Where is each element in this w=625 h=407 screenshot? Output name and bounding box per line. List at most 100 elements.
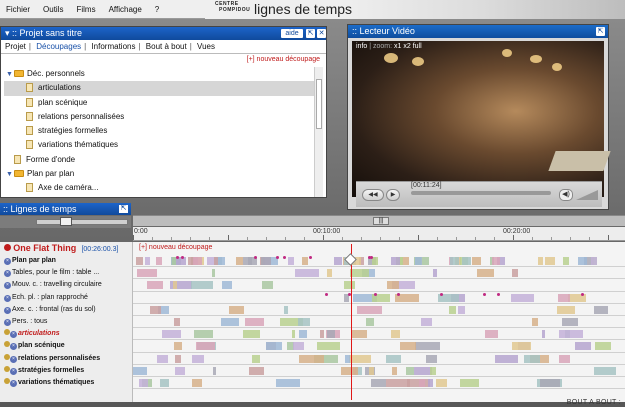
tree-item-articulations[interactable]: articulations — [4, 81, 314, 96]
timeline-segment[interactable] — [523, 354, 541, 363]
annotation-marker[interactable] — [325, 292, 329, 296]
tree-item-axe-camera[interactable]: Axe de caméra... — [4, 181, 314, 195]
video-window-titlebar[interactable]: :: Lecteur Vidéo ⇱ — [348, 25, 608, 38]
annotation-marker[interactable] — [276, 256, 279, 259]
track-label[interactable]: × Ech. pl. : plan rapproché — [0, 292, 132, 304]
timeline-segment[interactable] — [540, 379, 560, 387]
timeline-segment[interactable] — [144, 257, 150, 265]
remove-track-icon[interactable]: × — [4, 318, 11, 326]
track-lane[interactable] — [133, 316, 625, 329]
tree-item-variations[interactable]: variations thématiques — [4, 138, 314, 152]
remove-track-icon[interactable]: × — [10, 331, 17, 339]
track-label[interactable]: × Mouv. c. : travelling circulaire — [0, 279, 132, 291]
annotation-marker[interactable] — [397, 292, 401, 296]
zoom-slider[interactable] — [36, 219, 128, 225]
timeline-segment[interactable] — [320, 330, 324, 339]
track-lane[interactable] — [133, 279, 625, 292]
menu-outils[interactable]: Outils — [43, 5, 63, 14]
timeline-segment[interactable] — [594, 342, 611, 351]
timeline-segment[interactable] — [399, 257, 404, 265]
timeline-segment[interactable] — [222, 281, 233, 290]
track-label[interactable]: × relations personnalisées — [0, 353, 132, 365]
remove-track-icon[interactable]: × — [4, 306, 11, 314]
remove-track-icon[interactable]: × — [4, 270, 11, 278]
play-button[interactable]: ▶ — [386, 189, 400, 201]
timeline-segment[interactable] — [236, 257, 243, 265]
annotation-marker[interactable] — [283, 256, 287, 259]
timeline-segment[interactable] — [414, 366, 433, 375]
menu-films[interactable]: Films — [76, 5, 95, 14]
timeline-segment[interactable] — [406, 366, 415, 375]
timeline-segment[interactable] — [365, 318, 375, 326]
menu-affichage[interactable]: Affichage — [109, 5, 142, 14]
timeline-segment[interactable] — [261, 281, 273, 290]
timeline-segment[interactable] — [435, 379, 447, 387]
close-icon[interactable]: ✕ — [317, 29, 326, 38]
timeline-segment[interactable] — [244, 318, 265, 326]
help-button[interactable]: aide — [281, 29, 303, 38]
timeline-segment[interactable] — [400, 342, 416, 351]
playhead[interactable] — [351, 244, 352, 400]
timeline-segment[interactable] — [563, 257, 569, 265]
timeline-segment[interactable] — [386, 354, 401, 363]
timeline-segment[interactable] — [174, 342, 182, 351]
zoom-options[interactable]: x1 x2 full — [394, 43, 422, 50]
timeline-segment[interactable] — [174, 354, 181, 363]
track-lane[interactable] — [133, 340, 625, 353]
timeline-segment[interactable] — [415, 342, 440, 351]
timeline-segment[interactable] — [460, 379, 479, 387]
track-label[interactable]: × articulations — [0, 328, 132, 340]
rewind-button[interactable]: ◀◀ — [362, 189, 384, 201]
track-lane[interactable] — [133, 328, 625, 341]
volume-icon[interactable]: ◀) — [559, 189, 573, 201]
info-toggle[interactable]: info — [356, 43, 367, 50]
track-label[interactable]: × plan scénique — [0, 340, 132, 352]
timeline-segment[interactable] — [194, 330, 214, 339]
timeline-segment[interactable] — [133, 366, 147, 375]
timeline-segment[interactable] — [562, 318, 578, 326]
timeline-segment[interactable] — [390, 257, 400, 265]
timeline-segment[interactable] — [457, 305, 465, 314]
annotation-marker[interactable] — [175, 256, 179, 259]
timeline-segment[interactable] — [449, 305, 456, 314]
tab-vues[interactable]: Vues — [197, 42, 215, 51]
track-lane[interactable] — [133, 353, 625, 365]
project-window-titlebar[interactable]: ▾ :: Projet sans titre aide ⇱ ✕ — [1, 27, 326, 40]
tree-folder-plan-par-plan[interactable]: ▼ Plan par plan — [4, 167, 314, 181]
timeline-segment[interactable] — [392, 366, 397, 375]
detach-icon[interactable]: ⇱ — [306, 29, 315, 38]
timeline-segment[interactable] — [334, 257, 342, 265]
track-lanes[interactable] — [133, 255, 625, 402]
timeline-segment[interactable] — [299, 354, 324, 363]
timeline-segment[interactable] — [477, 269, 495, 278]
timelines-titlebar[interactable]: :: Lignes de temps ⇱ — [0, 203, 131, 215]
time-ruler[interactable]: 0:00 00:10:00 00:20:00 — [133, 227, 625, 241]
timeline-segment[interactable] — [348, 354, 371, 363]
zoom-slider-knob[interactable] — [60, 217, 72, 226]
timeline-segment[interactable] — [249, 366, 264, 375]
timeline-segment[interactable] — [558, 330, 583, 339]
track-label[interactable]: × Pers. : tous — [0, 316, 132, 328]
timeline-segment[interactable] — [428, 379, 433, 387]
timeline-segment[interactable] — [149, 305, 162, 314]
timeline-segment[interactable] — [221, 318, 239, 326]
timeline-segment[interactable] — [371, 379, 387, 387]
timeline-segment[interactable] — [196, 342, 215, 351]
timeline-scroll-thumb[interactable]: ||| — [373, 217, 389, 225]
timeline-segment[interactable] — [147, 281, 164, 290]
timeline-segment[interactable] — [537, 257, 543, 265]
timeline-scrollbar[interactable]: ||| — [133, 215, 625, 226]
timeline-segment[interactable] — [173, 318, 181, 326]
timeline-segment[interactable] — [558, 293, 571, 302]
timeline-segment[interactable] — [512, 342, 531, 351]
timeline-segment[interactable] — [386, 281, 399, 290]
timeline-segment[interactable] — [368, 366, 374, 375]
remove-track-icon[interactable]: × — [10, 379, 17, 387]
timeline-segment[interactable] — [293, 342, 304, 351]
close-film-icon[interactable] — [4, 244, 11, 251]
tab-decoupages[interactable]: Découpages — [36, 42, 81, 51]
expand-triangle-icon[interactable]: ▼ — [6, 168, 14, 182]
track-lane[interactable] — [133, 267, 625, 280]
timeline-segment[interactable] — [545, 257, 555, 265]
volume-slider[interactable] — [576, 190, 598, 200]
